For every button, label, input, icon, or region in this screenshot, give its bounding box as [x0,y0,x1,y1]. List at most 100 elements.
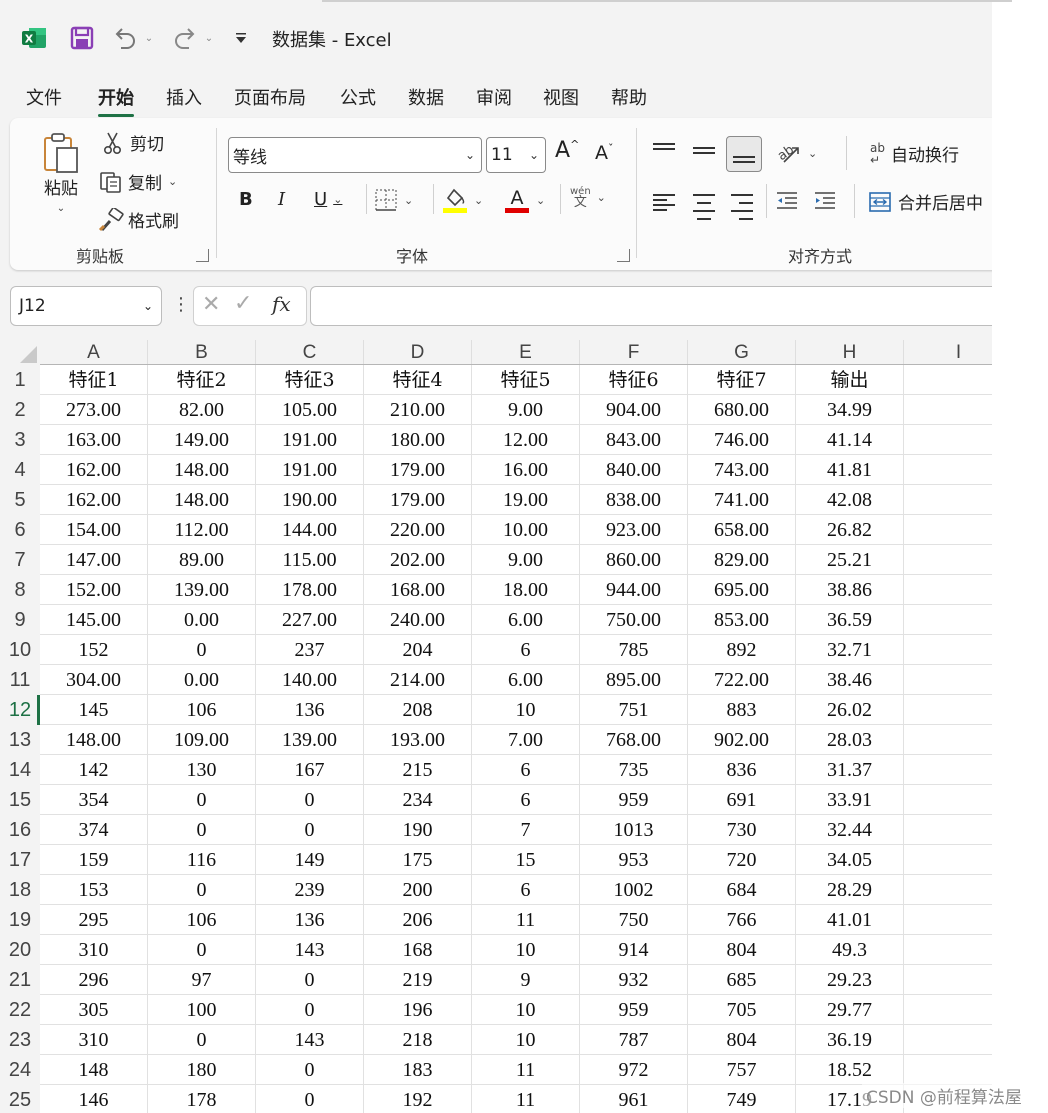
cell-f5[interactable]: 838.00 [580,485,688,515]
cell-g2[interactable]: 680.00 [688,395,796,425]
fill-color-dropdown-chevron-icon[interactable]: ⌄ [474,194,483,207]
name-box-chevron-icon[interactable]: ⌄ [143,299,161,313]
cell-a12[interactable]: 145 [40,695,148,725]
cell-g14[interactable]: 836 [688,755,796,785]
cell-d22[interactable]: 196 [364,995,472,1025]
cell-a4[interactable]: 162.00 [40,455,148,485]
cell-i1[interactable] [904,365,992,395]
column-header-c[interactable]: C [256,340,364,365]
cell-c10[interactable]: 237 [256,635,364,665]
cell-b8[interactable]: 139.00 [148,575,256,605]
row-header-20[interactable]: 20 [0,935,40,965]
cell-e7[interactable]: 9.00 [472,545,580,575]
cell-a10[interactable]: 152 [40,635,148,665]
cell-c19[interactable]: 136 [256,905,364,935]
cell-e15[interactable]: 6 [472,785,580,815]
tab-view[interactable]: 视图 [541,84,581,110]
cell-b20[interactable]: 0 [148,935,256,965]
cell-c8[interactable]: 178.00 [256,575,364,605]
cell-h5[interactable]: 42.08 [796,485,904,515]
cell-b7[interactable]: 89.00 [148,545,256,575]
cell-d15[interactable]: 234 [364,785,472,815]
cell-f2[interactable]: 904.00 [580,395,688,425]
font-color-button[interactable]: A ⌄ [504,186,545,214]
cell-i21[interactable] [904,965,992,995]
cell-i13[interactable] [904,725,992,755]
column-header-b[interactable]: B [148,340,256,365]
wrap-text-button[interactable]: ab ↵ 自动换行 [870,141,959,167]
cell-h19[interactable]: 41.01 [796,905,904,935]
column-header-i[interactable]: I [904,340,992,365]
cell-d11[interactable]: 214.00 [364,665,472,695]
cell-d17[interactable]: 175 [364,845,472,875]
cell-c16[interactable]: 0 [256,815,364,845]
cell-i2[interactable] [904,395,992,425]
cell-h9[interactable]: 36.59 [796,605,904,635]
cell-d7[interactable]: 202.00 [364,545,472,575]
cell-e16[interactable]: 7 [472,815,580,845]
cell-a9[interactable]: 145.00 [40,605,148,635]
cell-b10[interactable]: 0 [148,635,256,665]
cell-b15[interactable]: 0 [148,785,256,815]
formula-input[interactable] [310,286,992,326]
customize-qat-icon[interactable] [232,24,250,52]
cell-c9[interactable]: 227.00 [256,605,364,635]
cell-i12[interactable] [904,695,992,725]
tab-page-layout[interactable]: 页面布局 [232,84,308,110]
font-color-dropdown-chevron-icon[interactable]: ⌄ [536,194,545,207]
cell-i14[interactable] [904,755,992,785]
cell-h21[interactable]: 29.23 [796,965,904,995]
cell-f19[interactable]: 750 [580,905,688,935]
cell-d3[interactable]: 180.00 [364,425,472,455]
cell-d16[interactable]: 190 [364,815,472,845]
cell-a3[interactable]: 163.00 [40,425,148,455]
cell-g1[interactable]: 特征7 [688,365,796,395]
cell-i18[interactable] [904,875,992,905]
cell-b5[interactable]: 148.00 [148,485,256,515]
middle-align-button[interactable] [693,144,717,157]
cell-e10[interactable]: 6 [472,635,580,665]
cell-e8[interactable]: 18.00 [472,575,580,605]
font-name-select[interactable]: 等线 ⌄ [228,137,482,173]
cell-c6[interactable]: 144.00 [256,515,364,545]
cell-c13[interactable]: 139.00 [256,725,364,755]
cell-i23[interactable] [904,1025,992,1055]
phonetic-dropdown-chevron-icon[interactable]: ⌄ [597,191,606,204]
cell-f13[interactable]: 768.00 [580,725,688,755]
cell-g19[interactable]: 766 [688,905,796,935]
cell-g6[interactable]: 658.00 [688,515,796,545]
cell-h3[interactable]: 41.14 [796,425,904,455]
column-header-a[interactable]: A [40,340,148,365]
cell-f22[interactable]: 959 [580,995,688,1025]
cell-g7[interactable]: 829.00 [688,545,796,575]
cell-g25[interactable]: 749 [688,1085,796,1113]
cell-h22[interactable]: 29.77 [796,995,904,1025]
cell-f9[interactable]: 750.00 [580,605,688,635]
cell-b18[interactable]: 0 [148,875,256,905]
column-header-d[interactable]: D [364,340,472,365]
cell-a20[interactable]: 310 [40,935,148,965]
cell-a17[interactable]: 159 [40,845,148,875]
bold-button[interactable]: B [239,189,253,210]
cell-c4[interactable]: 191.00 [256,455,364,485]
cell-i22[interactable] [904,995,992,1025]
font-dialog-launcher-icon[interactable] [617,249,630,262]
cell-d9[interactable]: 240.00 [364,605,472,635]
cell-e5[interactable]: 19.00 [472,485,580,515]
cell-i8[interactable] [904,575,992,605]
row-header-14[interactable]: 14 [0,755,40,785]
cell-e25[interactable]: 11 [472,1085,580,1113]
cell-c15[interactable]: 0 [256,785,364,815]
cell-d19[interactable]: 206 [364,905,472,935]
tab-home[interactable]: 开始 [96,84,136,117]
cell-g15[interactable]: 691 [688,785,796,815]
fill-color-button[interactable]: ⌄ [442,186,483,214]
cell-h2[interactable]: 34.99 [796,395,904,425]
confirm-entry-icon[interactable]: ✓ [234,291,252,316]
cell-b13[interactable]: 109.00 [148,725,256,755]
cell-d23[interactable]: 218 [364,1025,472,1055]
cell-c2[interactable]: 105.00 [256,395,364,425]
cell-g10[interactable]: 892 [688,635,796,665]
cell-d18[interactable]: 200 [364,875,472,905]
cell-c21[interactable]: 0 [256,965,364,995]
